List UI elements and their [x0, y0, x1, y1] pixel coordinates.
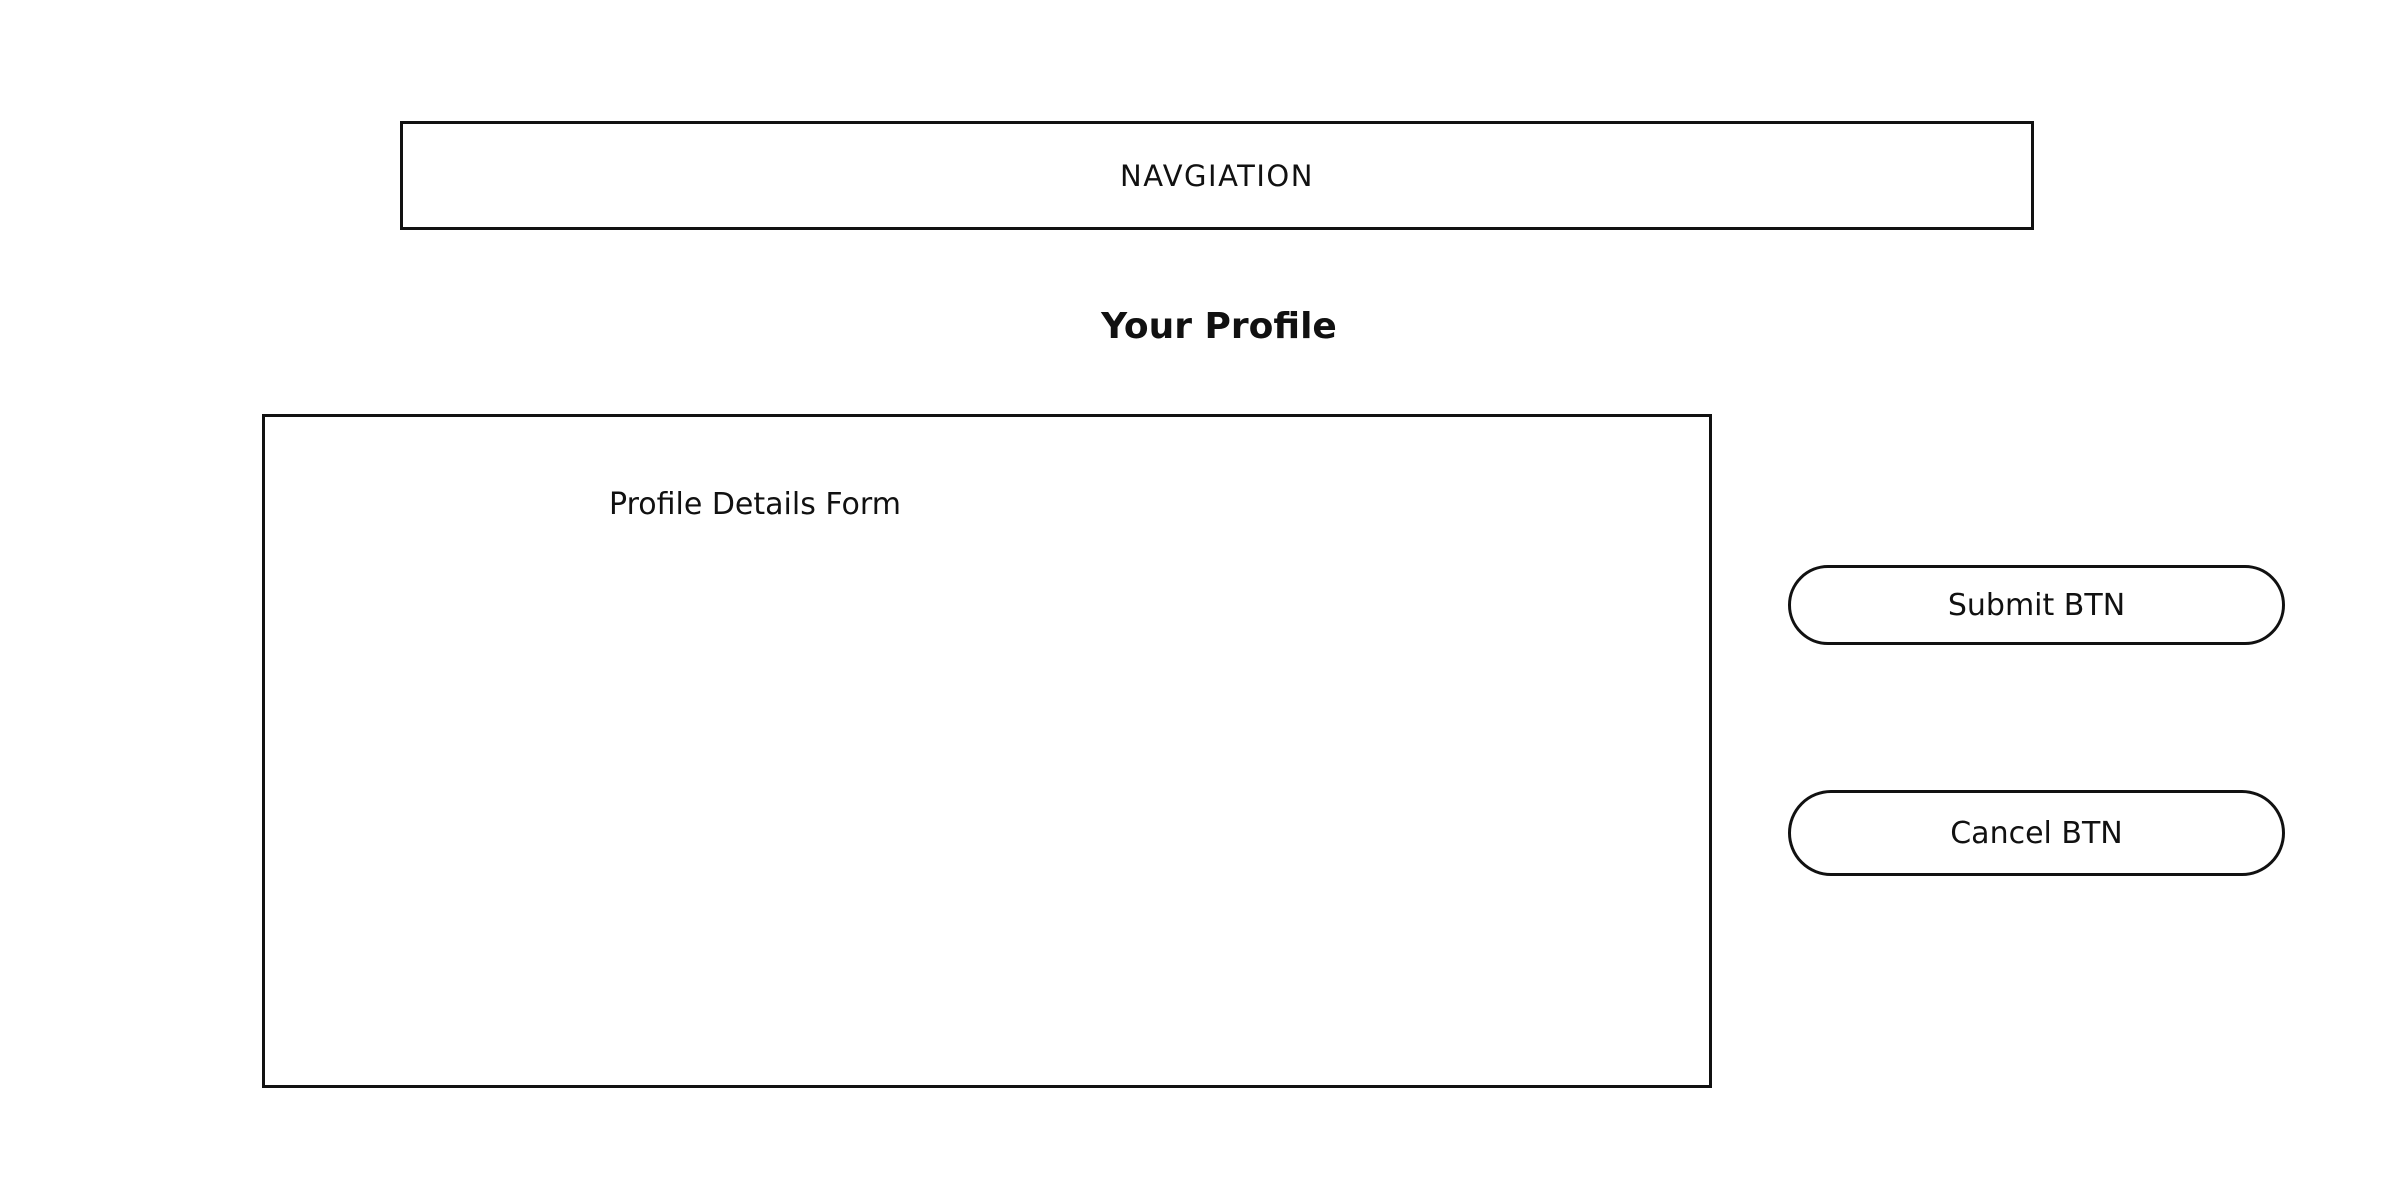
profile-details-form[interactable]: Profile Details Form	[262, 414, 1712, 1088]
submit-button[interactable]: Submit BTN	[1788, 565, 2285, 645]
cancel-button[interactable]: Cancel BTN	[1788, 790, 2285, 876]
navigation-bar[interactable]: NAVGIATION	[400, 121, 2034, 230]
navigation-label: NAVGIATION	[1120, 158, 1314, 193]
form-placeholder-label: Profile Details Form	[609, 487, 901, 522]
page-title: Your Profile	[1101, 306, 1337, 347]
